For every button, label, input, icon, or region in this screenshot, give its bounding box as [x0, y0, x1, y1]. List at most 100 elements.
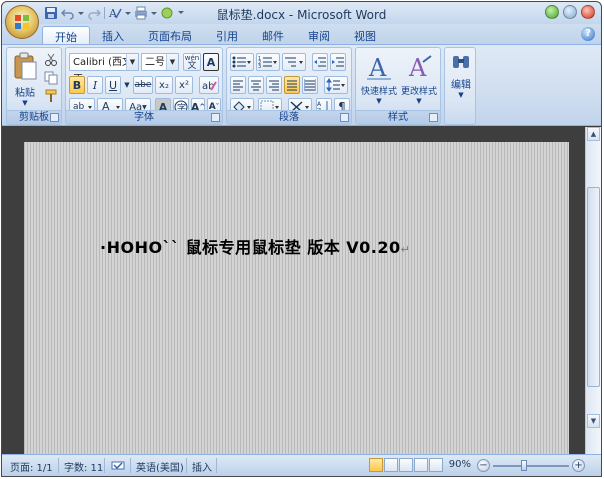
- chevron-down-icon[interactable]: ▼: [123, 76, 131, 94]
- superscript-button[interactable]: x²: [175, 76, 193, 94]
- align-left-button[interactable]: [230, 76, 246, 94]
- clear-formatting-icon: ab: [202, 81, 217, 92]
- paragraph-mark: ↵: [400, 243, 411, 256]
- tabs: 开始 插入 页面布局 引用 邮件 审阅 视图: [42, 26, 388, 44]
- close-button[interactable]: [581, 5, 595, 19]
- zoom-in-button[interactable]: +: [572, 459, 585, 472]
- cut-icon[interactable]: [43, 53, 59, 69]
- underline-button[interactable]: U: [105, 76, 121, 94]
- tab-page-layout[interactable]: 页面布局: [136, 26, 204, 44]
- insert-mode-indicator[interactable]: 插入: [192, 459, 212, 474]
- minimize-button[interactable]: [545, 5, 559, 19]
- title-bar: A 鼠标垫.docx - Microsoft Word: [2, 2, 601, 24]
- scroll-up-button[interactable]: ▲: [587, 127, 600, 141]
- print-layout-view-button[interactable]: [369, 458, 383, 472]
- paragraph-group: 123 A ¶ 段落: [226, 47, 352, 125]
- svg-text:A: A: [368, 54, 387, 82]
- status-bar: 页面: 1/1 字数: 11 英语(美国) 插入 90% − +: [2, 454, 601, 476]
- distributed-icon: [304, 79, 316, 91]
- document-line: ·HOHO`` 鼠标专用鼠标垫 版本 V0.20: [100, 238, 401, 257]
- chevron-down-icon: ▼: [126, 54, 138, 70]
- multilevel-list-button[interactable]: [282, 53, 306, 71]
- maximize-button[interactable]: [563, 5, 577, 19]
- web-layout-view-button[interactable]: [399, 458, 413, 472]
- align-left-icon: [233, 80, 243, 91]
- full-screen-reading-view-button[interactable]: [384, 458, 398, 472]
- subscript-button[interactable]: x₂: [155, 76, 173, 94]
- paste-button[interactable]: 粘贴 ▼: [10, 52, 40, 107]
- bullets-button[interactable]: [230, 53, 254, 71]
- window-title: 鼠标垫.docx - Microsoft Word: [216, 8, 387, 22]
- vertical-scrollbar[interactable]: ▲ ▼: [585, 127, 601, 456]
- font-size-select[interactable]: 二号 ▼: [141, 53, 179, 71]
- change-styles-label: 更改样式: [400, 87, 437, 97]
- tab-review[interactable]: 审阅: [296, 26, 342, 44]
- numbering-button[interactable]: 123: [256, 53, 280, 71]
- scroll-thumb[interactable]: [587, 187, 600, 387]
- increase-indent-button[interactable]: [330, 53, 346, 71]
- svg-text:3: 3: [258, 64, 261, 69]
- tab-home[interactable]: 开始: [42, 26, 90, 44]
- strikethrough-button[interactable]: abe: [133, 76, 153, 94]
- zoom-out-button[interactable]: −: [477, 459, 490, 472]
- quick-styles-button[interactable]: A 快速样式 ▼: [358, 52, 400, 105]
- justify-icon: [287, 80, 297, 91]
- align-center-button[interactable]: [248, 76, 264, 94]
- font-name-select[interactable]: Calibri (西文正 ▼: [69, 53, 139, 85]
- line-spacing-icon: [326, 78, 345, 92]
- document-page[interactable]: ·HOHO`` 鼠标专用鼠标垫 版本 V0.20↵: [24, 142, 569, 456]
- clipboard-group: 粘贴 ▼ 剪贴板: [6, 47, 62, 125]
- paragraph-group-label: 段落: [227, 110, 351, 124]
- justify-button[interactable]: [284, 76, 300, 94]
- clear-formatting-button[interactable]: ab: [199, 76, 219, 94]
- scroll-down-button[interactable]: ▼: [587, 414, 600, 428]
- numbering-icon: 123: [258, 56, 277, 69]
- chevron-down-icon: ▼: [22, 99, 28, 107]
- font-group-label: 字体: [66, 110, 222, 124]
- styles-group-label: 样式: [356, 110, 440, 124]
- phonetic-guide-button[interactable]: wén 文: [183, 53, 201, 71]
- align-right-icon: [269, 80, 279, 91]
- zoom-level[interactable]: 90%: [449, 459, 471, 470]
- tab-references[interactable]: 引用: [204, 26, 250, 44]
- document-text[interactable]: ·HOHO`` 鼠标专用鼠标垫 版本 V0.20↵: [100, 234, 410, 258]
- paste-icon: [14, 52, 37, 80]
- align-right-button[interactable]: [266, 76, 282, 94]
- clipboard-launcher-button[interactable]: [50, 113, 59, 122]
- zoom-slider-thumb[interactable]: [521, 460, 527, 471]
- styles-launcher-button[interactable]: [429, 113, 438, 122]
- copy-icon[interactable]: [43, 71, 59, 87]
- font-launcher-button[interactable]: [211, 113, 220, 122]
- line-spacing-button[interactable]: [324, 76, 348, 94]
- tab-view[interactable]: 视图: [342, 26, 388, 44]
- character-border-button[interactable]: A: [203, 53, 219, 71]
- format-painter-icon[interactable]: [43, 89, 59, 105]
- office-button[interactable]: [5, 5, 39, 39]
- italic-button[interactable]: I: [87, 76, 103, 94]
- zoom-slider[interactable]: [493, 465, 569, 467]
- editing-button[interactable]: 编辑 ▼: [446, 52, 476, 99]
- distributed-button[interactable]: [302, 76, 318, 94]
- quick-styles-label: 快速样式: [360, 87, 397, 97]
- change-styles-icon: A: [408, 54, 432, 82]
- change-styles-button[interactable]: A 更改样式 ▼: [398, 52, 440, 105]
- language-indicator[interactable]: 英语(美国): [136, 459, 184, 474]
- decrease-indent-button[interactable]: [312, 53, 328, 71]
- paste-label: 粘贴: [15, 88, 35, 99]
- window-controls: [545, 5, 595, 19]
- word-count[interactable]: 字数: 11: [64, 459, 103, 474]
- outline-view-button[interactable]: [414, 458, 428, 472]
- bullets-icon: [232, 56, 251, 68]
- office-logo-icon: [15, 15, 29, 29]
- editing-label: 编辑: [451, 80, 471, 91]
- tab-insert[interactable]: 插入: [90, 26, 136, 44]
- paragraph-launcher-button[interactable]: [340, 113, 349, 122]
- bold-button[interactable]: B: [69, 76, 85, 94]
- page-count[interactable]: 页面: 1/1: [10, 459, 53, 474]
- draft-view-button[interactable]: [429, 458, 443, 472]
- proofing-icon[interactable]: [110, 458, 126, 475]
- help-icon[interactable]: ?: [581, 27, 595, 41]
- tab-mailings[interactable]: 邮件: [250, 26, 296, 44]
- view-buttons: [369, 458, 443, 472]
- ribbon-tab-bar: 开始 插入 页面布局 引用 邮件 审阅 视图 ?: [2, 24, 601, 44]
